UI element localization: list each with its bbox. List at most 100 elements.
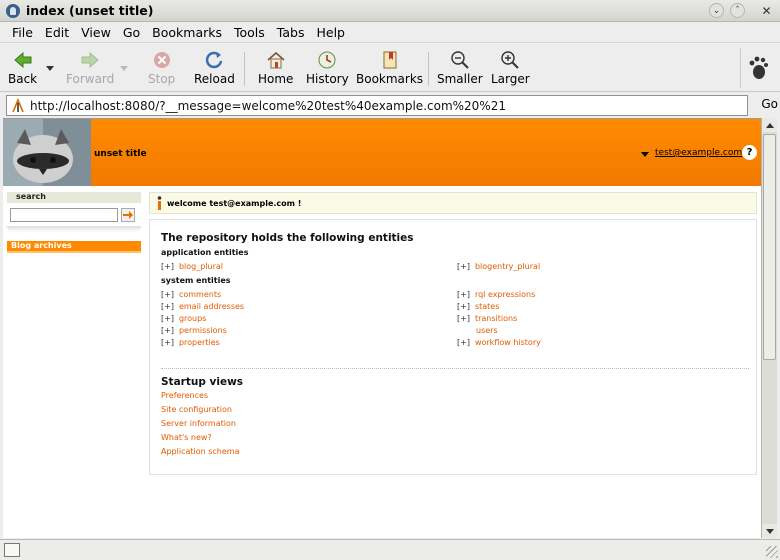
- entity-link[interactable]: blogentry_plural: [475, 262, 540, 271]
- bookmarks-icon: [383, 51, 397, 69]
- home-button[interactable]: Home: [258, 50, 293, 90]
- history-button[interactable]: History: [306, 50, 349, 90]
- menu-tabs[interactable]: Tabs: [271, 25, 311, 40]
- entity-row: [+] properties: [161, 338, 220, 347]
- smaller-label: Smaller: [437, 72, 483, 86]
- reload-icon: [206, 51, 223, 69]
- menu-help[interactable]: Help: [310, 25, 351, 40]
- entity-link[interactable]: comments: [179, 290, 221, 299]
- entity-link[interactable]: groups: [179, 314, 206, 323]
- entity-link[interactable]: workflow history: [475, 338, 541, 347]
- welcome-message: welcome test@example.com !: [167, 198, 302, 208]
- throbber: [740, 48, 774, 88]
- menu-bookmarks[interactable]: Bookmarks: [146, 25, 228, 40]
- left-sidebar: search Blog archives: [7, 192, 141, 253]
- navigation-toolbar: Back Forward Stop Reload Home History Bo…: [0, 44, 780, 92]
- startup-link-preferences[interactable]: Preferences: [161, 391, 208, 400]
- add-entity-button[interactable]: [+]: [161, 262, 174, 271]
- entity-link[interactable]: email addresses: [179, 302, 244, 311]
- entity-row: [+] blog_plural: [161, 262, 223, 271]
- url-input[interactable]: http://localhost:8080/?__message=welcome…: [6, 95, 748, 116]
- menu-tools[interactable]: Tools: [228, 25, 271, 40]
- close-window-button[interactable]: ✕: [759, 3, 774, 18]
- search-input[interactable]: [10, 208, 118, 222]
- entity-row: [+] comments: [161, 290, 221, 299]
- entity-link[interactable]: properties: [179, 338, 220, 347]
- back-history-dropdown[interactable]: [46, 66, 54, 71]
- application-entities-title: application entities: [161, 248, 249, 257]
- menu-file[interactable]: File: [6, 25, 39, 40]
- go-button[interactable]: Go: [761, 97, 778, 111]
- scroll-down-button[interactable]: [762, 524, 777, 538]
- entity-row: [+] states: [457, 302, 499, 311]
- forward-button[interactable]: Forward: [66, 50, 114, 90]
- entity-link[interactable]: users: [476, 326, 498, 335]
- resize-grip[interactable]: [766, 546, 778, 558]
- menu-view[interactable]: View: [75, 25, 117, 40]
- zoom-out-icon: [451, 51, 469, 69]
- scroll-thumb[interactable]: [763, 134, 776, 360]
- startup-link-site-configuration[interactable]: Site configuration: [161, 405, 232, 414]
- arrow-right-icon: [123, 211, 133, 219]
- user-menu-arrow[interactable]: [641, 152, 649, 157]
- add-entity-button[interactable]: [+]: [457, 314, 470, 323]
- forward-arrow-icon: [81, 51, 99, 69]
- stop-icon: [153, 52, 170, 68]
- blog-archives-box[interactable]: Blog archives: [7, 241, 141, 253]
- add-entity-button[interactable]: [+]: [457, 262, 470, 271]
- system-entities-title: system entities: [161, 276, 231, 285]
- larger-text-button[interactable]: Larger: [491, 50, 530, 90]
- add-entity-button[interactable]: [+]: [457, 302, 470, 311]
- smaller-text-button[interactable]: Smaller: [437, 50, 483, 90]
- vertical-scrollbar[interactable]: [761, 118, 777, 538]
- zoom-in-icon: [501, 51, 520, 69]
- startup-link-server-information[interactable]: Server information: [161, 419, 236, 428]
- entity-link[interactable]: blog_plural: [179, 262, 223, 271]
- site-logo[interactable]: [3, 119, 91, 186]
- stop-button[interactable]: Stop: [148, 50, 175, 90]
- entity-row: [+] transitions: [457, 314, 517, 323]
- back-label: Back: [8, 72, 38, 86]
- startup-link-whats-new[interactable]: What's new?: [161, 433, 212, 442]
- menu-edit[interactable]: Edit: [39, 25, 75, 40]
- reload-label: Reload: [194, 72, 235, 86]
- site-header: unset title test@example.com ?: [3, 119, 761, 186]
- history-label: History: [306, 72, 349, 86]
- forward-label: Forward: [66, 72, 115, 86]
- help-icon[interactable]: ?: [742, 145, 757, 160]
- entity-link[interactable]: permissions: [179, 326, 227, 335]
- security-lock-icon[interactable]: [4, 543, 20, 557]
- entity-link[interactable]: transitions: [475, 314, 517, 323]
- section-divider: [161, 368, 749, 369]
- bookmarks-label: Bookmarks: [356, 72, 424, 86]
- entity-row: [+] workflow history: [457, 338, 541, 347]
- startup-link-application-schema[interactable]: Application schema: [161, 447, 240, 456]
- add-entity-button[interactable]: [+]: [161, 290, 174, 299]
- bookmarks-button[interactable]: Bookmarks: [356, 50, 423, 90]
- add-entity-button[interactable]: [+]: [161, 314, 174, 323]
- home-label: Home: [258, 72, 294, 86]
- site-favicon: [12, 97, 24, 112]
- forward-history-dropdown[interactable]: [120, 66, 128, 71]
- entity-link[interactable]: rql expressions: [475, 290, 535, 299]
- reload-button[interactable]: Reload: [194, 50, 235, 90]
- maximize-button[interactable]: ˆ: [730, 3, 745, 18]
- add-entity-button[interactable]: [+]: [161, 302, 174, 311]
- search-submit-button[interactable]: [121, 208, 135, 222]
- location-bar: http://localhost:8080/?__message=welcome…: [0, 93, 780, 117]
- window-titlebar: index (unset title) ⌄ ˆ ✕: [0, 0, 780, 22]
- minimize-button[interactable]: ⌄: [709, 3, 724, 18]
- add-entity-button[interactable]: [+]: [457, 338, 470, 347]
- entity-link[interactable]: states: [475, 302, 499, 311]
- back-button[interactable]: Back: [8, 50, 37, 90]
- window-title: index (unset title): [26, 3, 154, 18]
- site-title[interactable]: unset title: [94, 149, 147, 159]
- add-entity-button[interactable]: [+]: [161, 326, 174, 335]
- add-entity-button[interactable]: [+]: [457, 290, 470, 299]
- entity-row: [+] permissions: [161, 326, 227, 335]
- info-icon: [157, 196, 162, 210]
- add-entity-button[interactable]: [+]: [161, 338, 174, 347]
- user-menu-link[interactable]: test@example.com: [655, 148, 742, 158]
- menu-go[interactable]: Go: [117, 25, 146, 40]
- scroll-up-button[interactable]: [762, 118, 777, 132]
